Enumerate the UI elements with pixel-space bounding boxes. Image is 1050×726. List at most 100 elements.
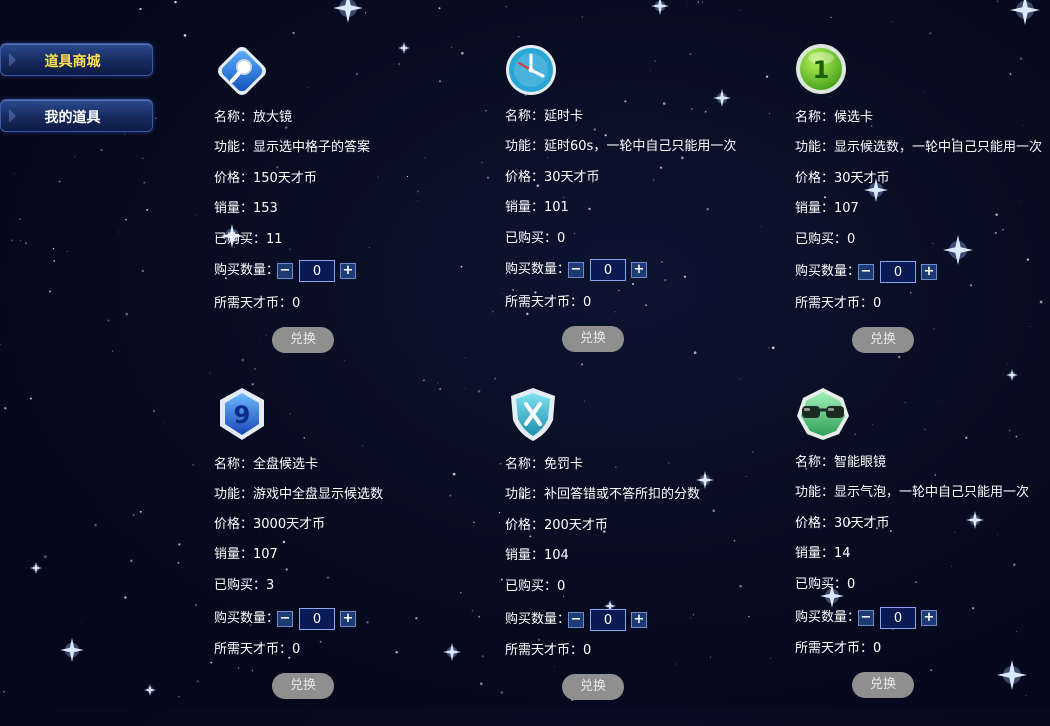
item-card-full-candidate: 9 名称：全盘候选卡 功能：游戏中全盘显示候选数 价格：3000天才币 销量：1… (214, 386, 464, 726)
decrease-button[interactable]: − (568, 612, 584, 628)
star (0, 343, 1, 346)
star (52, 248, 55, 250)
name-label: 名称： (795, 110, 835, 125)
item-card-delay: 名称：延时卡 功能：延时60s，一轮中自己只能用一次 价格：30天才币 销量：1… (505, 43, 755, 383)
function-label: 功能： (505, 139, 545, 154)
item-purchased: 0 (847, 232, 856, 247)
decrease-button[interactable]: − (277, 263, 293, 279)
name-label: 名称： (505, 457, 545, 472)
star (107, 319, 110, 322)
svg-text:1: 1 (813, 56, 830, 84)
item-name: 延时卡 (544, 109, 584, 124)
increase-button[interactable]: + (631, 612, 647, 628)
item-function: 显示候选数，一轮中自己只能用一次 (834, 140, 1043, 155)
item-card-candidate: 1 名称：候选卡 功能：显示候选数，一轮中自己只能用一次 价格：30天才币 销量… (795, 43, 1045, 383)
star (11, 239, 14, 242)
exchange-button[interactable]: 兑换 (852, 327, 914, 353)
star (771, 346, 775, 350)
decrease-button[interactable]: − (858, 264, 874, 280)
sales-label: 销量： (214, 547, 254, 562)
star (142, 157, 144, 160)
required-label: 所需天才币： (795, 296, 874, 311)
star (891, 21, 893, 23)
exchange-button[interactable]: 兑换 (272, 327, 334, 353)
exchange-button[interactable]: 兑换 (852, 672, 914, 698)
star (686, 5, 688, 6)
item-required: 0 (583, 295, 592, 310)
exchange-button[interactable]: 兑换 (562, 326, 624, 352)
star (499, 463, 502, 465)
star (192, 464, 194, 466)
star (117, 231, 119, 233)
sparkle-star-icon (1010, 0, 1040, 25)
item-price: 30天才币 (834, 516, 890, 531)
price-label: 价格： (505, 518, 545, 533)
decrease-button[interactable]: − (568, 262, 584, 278)
star (197, 680, 199, 682)
quantity-input[interactable] (880, 607, 916, 629)
star (501, 292, 503, 294)
price-label: 价格： (795, 171, 835, 186)
sidebar-item-label: 道具商城 (44, 54, 101, 70)
star (473, 521, 475, 524)
item-function: 游戏中全盘显示候选数 (253, 487, 384, 502)
magnifier-icon (214, 43, 270, 99)
function-label: 功能： (795, 140, 835, 155)
purchased-label: 已购买： (795, 232, 848, 247)
star (485, 109, 487, 112)
item-card-smart-glasses: 名称：智能眼镜 功能：显示气泡，一轮中自己只能用一次 价格：30天才币 销量：1… (795, 386, 1045, 726)
star (765, 75, 769, 78)
item-name: 智能眼镜 (834, 455, 887, 470)
star (130, 559, 133, 563)
star (176, 26, 178, 27)
item-purchased: 3 (266, 578, 275, 593)
item-required: 0 (292, 642, 301, 657)
required-label: 所需天才币： (214, 642, 293, 657)
increase-button[interactable]: + (340, 263, 356, 279)
star (292, 31, 295, 35)
star (768, 347, 770, 349)
purchased-label: 已购买： (795, 577, 848, 592)
svg-text:9: 9 (234, 401, 251, 429)
item-sales: 104 (544, 548, 569, 563)
decrease-button[interactable]: − (277, 611, 293, 627)
star (209, 372, 211, 374)
increase-button[interactable]: + (921, 610, 937, 626)
star (481, 162, 483, 164)
increase-button[interactable]: + (631, 262, 647, 278)
star (4, 407, 7, 410)
star (19, 218, 22, 220)
quantity-input[interactable] (590, 259, 626, 281)
star (125, 218, 127, 221)
quantity-input[interactable] (299, 260, 335, 282)
item-purchased: 11 (266, 232, 283, 247)
sales-label: 销量： (795, 546, 835, 561)
star (146, 208, 149, 212)
quantity-input[interactable] (880, 261, 916, 283)
star (66, 250, 68, 253)
star (174, 0, 177, 4)
star (210, 661, 213, 664)
increase-button[interactable]: + (921, 264, 937, 280)
sparkle-star-icon (333, 0, 363, 23)
star (20, 239, 22, 241)
item-function: 延时60s，一轮中自己只能用一次 (544, 139, 737, 154)
exchange-button[interactable]: 兑换 (272, 673, 334, 699)
quantity-input[interactable] (299, 608, 335, 630)
star (505, 6, 507, 8)
item-required: 0 (583, 643, 592, 658)
star (996, 0, 999, 2)
quantity-input[interactable] (590, 609, 626, 631)
increase-button[interactable]: + (340, 611, 356, 627)
star (125, 312, 129, 316)
price-label: 价格： (795, 516, 835, 531)
star (162, 422, 164, 424)
star (53, 260, 56, 262)
item-function: 补回答错或不答所扣的分数 (544, 487, 701, 502)
decrease-button[interactable]: − (858, 610, 874, 626)
star (929, 32, 932, 35)
sidebar-item-prop-shop[interactable]: 道具商城 (0, 43, 153, 76)
star (94, 523, 97, 527)
sidebar-item-my-props[interactable]: 我的道具 (0, 99, 153, 132)
exchange-button[interactable]: 兑换 (562, 674, 624, 700)
